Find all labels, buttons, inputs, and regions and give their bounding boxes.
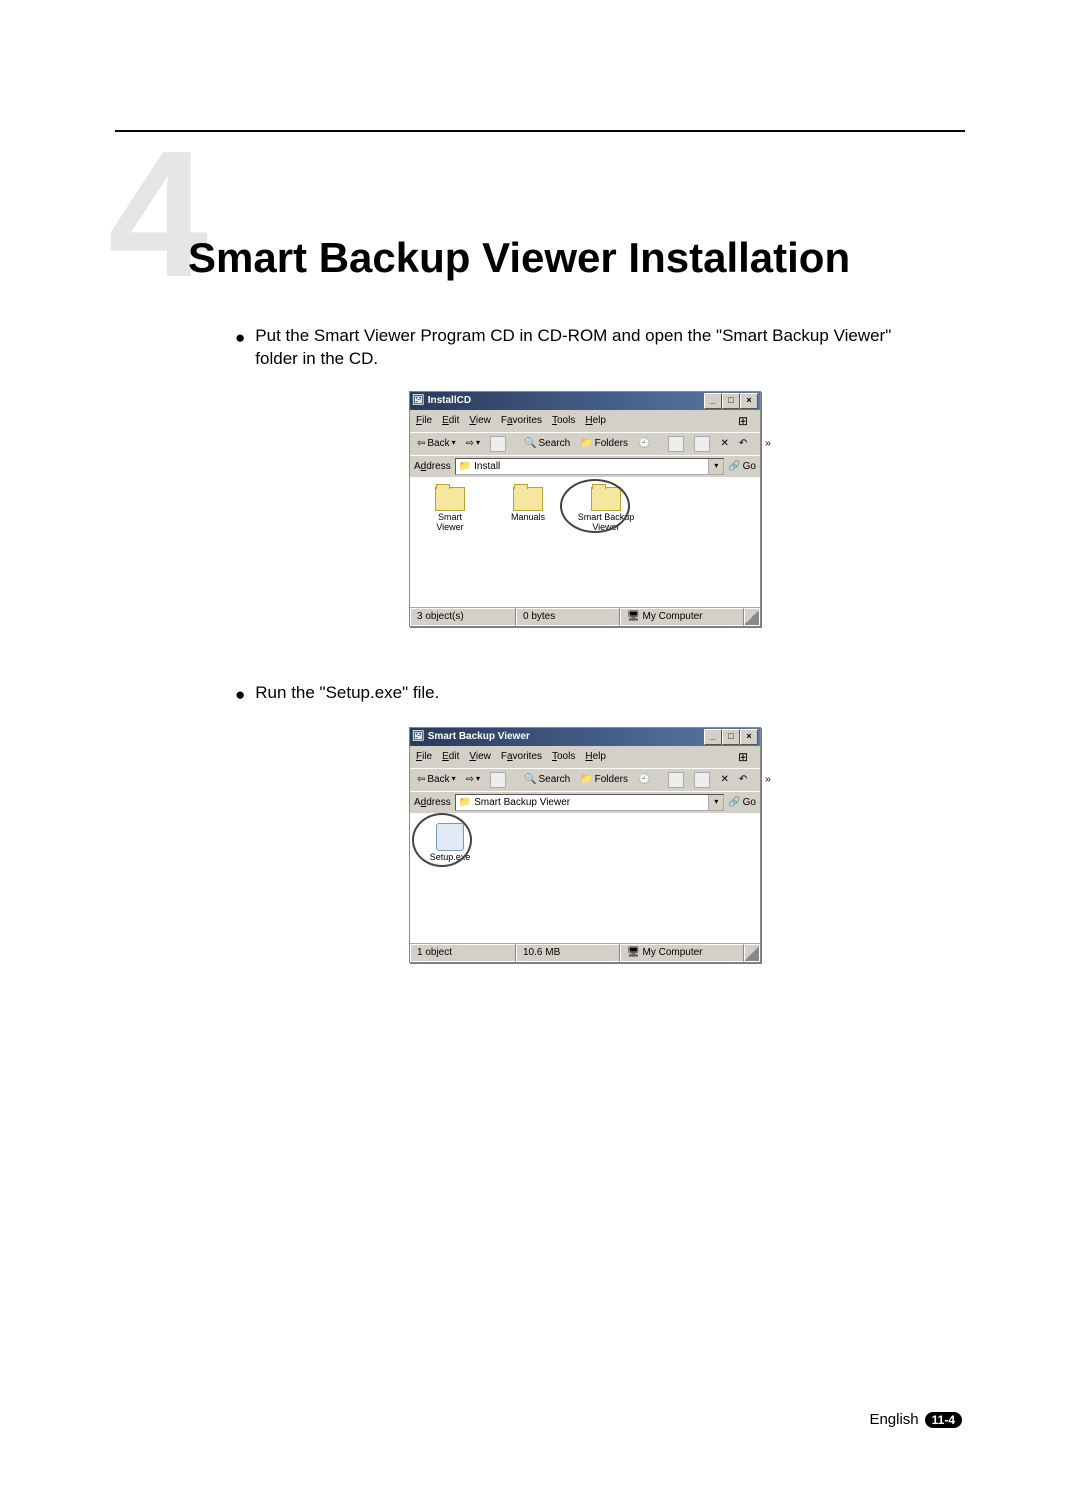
status-right: 🖥 My Computer — [620, 608, 744, 626]
status-mid: 0 bytes — [516, 608, 620, 626]
menu-favorites[interactable]: Favorites — [501, 750, 542, 764]
window-icon: 🖼 — [412, 730, 425, 744]
statusbar: 3 object(s) 0 bytes 🖥 My Computer — [410, 607, 760, 626]
folder-icon: 📁 — [459, 460, 471, 474]
folder-smart-viewer[interactable]: Smart Viewer — [420, 487, 480, 533]
window-icon: 🖼 — [412, 394, 425, 408]
statusbar: 1 object 10.6 MB 🖥 My Computer — [410, 943, 760, 962]
undo-icon[interactable]: ↶ — [736, 772, 750, 788]
menubar: FFileile Edit View Favorites Tools Help … — [410, 410, 760, 432]
address-dropdown[interactable]: ▾ — [708, 459, 723, 475]
delete-icon[interactable]: ✕ — [717, 772, 731, 788]
go-button[interactable]: 🔗 Go — [728, 460, 756, 474]
resize-grip-icon[interactable] — [744, 944, 760, 962]
undo-icon[interactable]: ↶ — [736, 436, 750, 452]
address-value: Smart Backup Viewer — [474, 796, 570, 810]
go-button[interactable]: 🔗 Go — [728, 796, 756, 810]
menu-tools[interactable]: Tools — [552, 750, 575, 764]
more-button[interactable]: » — [762, 772, 774, 788]
windows-logo-icon: ⊞ — [732, 412, 754, 430]
status-left: 3 object(s) — [410, 608, 516, 626]
bullet-2: ● Run the "Setup.exe" file. — [235, 682, 935, 707]
content-area: ● Put the Smart Viewer Program CD in CD-… — [235, 325, 935, 1018]
menu-view[interactable]: View — [469, 414, 491, 428]
footer-language: English — [869, 1411, 918, 1428]
delete-icon[interactable]: ✕ — [717, 436, 731, 452]
menu-view[interactable]: View — [469, 750, 491, 764]
explorer-window-2: 🖼 Smart Backup Viewer _ □ × File Edit Vi… — [409, 727, 761, 963]
move-to-icon[interactable] — [665, 771, 687, 789]
menu-favorites[interactable]: Favorites — [501, 414, 542, 428]
close-button[interactable]: × — [740, 729, 758, 745]
move-to-icon[interactable] — [665, 435, 687, 453]
copy-to-icon[interactable] — [691, 771, 713, 789]
menubar: File Edit View Favorites Tools Help ⊞ — [410, 746, 760, 768]
up-button[interactable] — [487, 435, 509, 453]
folder-smart-backup-viewer[interactable]: Smart Backup Viewer — [576, 487, 636, 533]
more-button[interactable]: » — [762, 436, 774, 452]
chapter-title: Smart Backup Viewer Installation — [188, 234, 850, 282]
screenshot-2: 🖼 Smart Backup Viewer _ □ × File Edit Vi… — [235, 727, 935, 963]
menu-edit[interactable]: Edit — [442, 750, 459, 764]
resize-grip-icon[interactable] — [744, 608, 760, 626]
folder-icon: 📁 — [459, 796, 471, 810]
address-dropdown[interactable]: ▾ — [708, 795, 723, 811]
titlebar: 🖼 InstallCD _ □ × — [410, 392, 760, 410]
search-button[interactable]: 🔍 Search — [521, 436, 573, 452]
back-button[interactable]: ⇦ Back ▾ — [414, 772, 459, 788]
history-button[interactable]: 🕘 — [635, 436, 653, 452]
explorer-window-1: 🖼 InstallCD _ □ × FFileile Edit View Fav… — [409, 391, 761, 627]
status-right: 🖥 My Computer — [620, 944, 744, 962]
address-field[interactable]: 📁 Smart Backup Viewer ▾ — [455, 794, 725, 812]
addressbar: Address 📁 Install ▾ 🔗 Go — [410, 455, 760, 478]
toolbar: ⇦ Back ▾ ⇨ ▾ 🔍 Search 📁 Folders 🕘 ✕ ↶ » — [410, 768, 760, 791]
up-button[interactable] — [487, 771, 509, 789]
bullet-1: ● Put the Smart Viewer Program CD in CD-… — [235, 325, 935, 371]
address-label: Address — [414, 460, 451, 474]
page-rule — [115, 130, 965, 132]
search-button[interactable]: 🔍 Search — [521, 772, 573, 788]
maximize-button[interactable]: □ — [722, 729, 740, 745]
status-mid: 10.6 MB — [516, 944, 620, 962]
file-setup-exe[interactable]: Setup.exe — [420, 823, 480, 863]
bullet-dot-icon: ● — [235, 682, 245, 707]
history-button[interactable]: 🕘 — [635, 772, 653, 788]
status-left: 1 object — [410, 944, 516, 962]
maximize-button[interactable]: □ — [722, 393, 740, 409]
client-area: Smart Viewer Manuals Smart Backup Viewer — [410, 477, 760, 607]
copy-to-icon[interactable] — [691, 435, 713, 453]
bullet-1-text: Put the Smart Viewer Program CD in CD-RO… — [255, 325, 935, 371]
menu-tools[interactable]: Tools — [552, 414, 575, 428]
address-value: Install — [474, 460, 500, 474]
close-button[interactable]: × — [740, 393, 758, 409]
minimize-button[interactable]: _ — [704, 729, 722, 745]
screenshot-1: 🖼 InstallCD _ □ × FFileile Edit View Fav… — [235, 391, 935, 627]
back-button[interactable]: ⇦ Back ▾ — [414, 436, 459, 452]
address-field[interactable]: 📁 Install ▾ — [455, 458, 725, 476]
windows-logo-icon: ⊞ — [732, 748, 754, 766]
bullet-2-text: Run the "Setup.exe" file. — [255, 682, 439, 707]
addressbar: Address 📁 Smart Backup Viewer ▾ 🔗 Go — [410, 791, 760, 814]
folders-button[interactable]: 📁 Folders — [577, 772, 631, 788]
menu-help[interactable]: Help — [585, 414, 606, 428]
window-title: InstallCD — [428, 394, 471, 408]
menu-file[interactable]: FFileile — [416, 414, 432, 428]
bullet-dot-icon: ● — [235, 325, 245, 371]
menu-help[interactable]: Help — [585, 750, 606, 764]
client-area: Setup.exe — [410, 813, 760, 943]
page-number-badge: 11-4 — [925, 1412, 962, 1428]
menu-file[interactable]: File — [416, 750, 432, 764]
folder-manuals[interactable]: Manuals — [498, 487, 558, 523]
menu-edit[interactable]: Edit — [442, 414, 459, 428]
window-title: Smart Backup Viewer — [428, 730, 530, 744]
folders-button[interactable]: 📁 Folders — [577, 436, 631, 452]
titlebar: 🖼 Smart Backup Viewer _ □ × — [410, 728, 760, 746]
address-label: Address — [414, 796, 451, 810]
page-footer: English 11-4 — [869, 1411, 962, 1428]
forward-button[interactable]: ⇨ ▾ — [463, 772, 483, 788]
toolbar: ⇦ Back ▾ ⇨ ▾ 🔍 Search 📁 Folders 🕘 ✕ ↶ » — [410, 432, 760, 455]
minimize-button[interactable]: _ — [704, 393, 722, 409]
forward-button[interactable]: ⇨ ▾ — [463, 436, 483, 452]
